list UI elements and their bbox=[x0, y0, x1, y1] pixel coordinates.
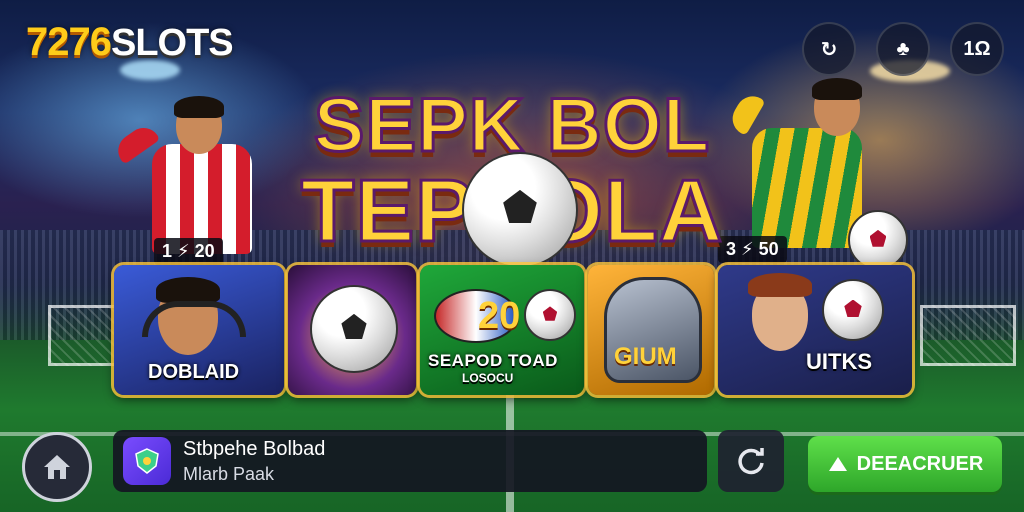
tile3-sublabel: LOSOCU bbox=[462, 371, 514, 385]
logo-number: 7276 bbox=[26, 20, 112, 64]
game-name: Stbpehe Bolbad bbox=[183, 438, 326, 460]
tile2-ball bbox=[310, 285, 398, 373]
hero-ball bbox=[462, 152, 578, 268]
hero-title-line2-left: TEP bbox=[299, 160, 475, 262]
game-tile-3[interactable]: 20 SEAPOD TOAD LOSOCU bbox=[420, 265, 584, 395]
settings-icon: 1Ω bbox=[963, 37, 991, 60]
cta-label: DEEACRUER bbox=[856, 452, 984, 475]
logo-text: SLOTS bbox=[110, 22, 234, 64]
tile5-hair bbox=[748, 273, 812, 297]
goal-right bbox=[920, 305, 1016, 366]
tile4-label: GIUM bbox=[614, 343, 677, 370]
game-subtitle: Mlarb Paak bbox=[183, 464, 275, 484]
play-arrow-icon bbox=[828, 457, 847, 471]
tile3-ball bbox=[524, 289, 576, 341]
tile3-number: 20 bbox=[478, 295, 521, 337]
tile5-ball bbox=[822, 279, 884, 341]
refresh-icon bbox=[738, 448, 764, 475]
tile1-hair bbox=[156, 277, 220, 303]
tile5-label: UITKS bbox=[806, 349, 872, 374]
home-button[interactable] bbox=[22, 432, 92, 502]
brand-logo: 7276SLOTS bbox=[26, 20, 234, 65]
game-tile-4[interactable]: GIUM bbox=[588, 265, 714, 395]
headphones-icon bbox=[142, 301, 246, 337]
refresh-top-button[interactable]: ↻ bbox=[802, 22, 856, 76]
game-tile-1[interactable]: DOBLAID bbox=[114, 265, 284, 395]
game-info-bar[interactable]: Stbpehe Bolbad Mlarb Paak bbox=[113, 430, 707, 492]
shield-icon bbox=[135, 448, 159, 474]
play-cta-button[interactable]: DEEACRUER bbox=[808, 436, 1002, 492]
refresh-circle-icon: ↻ bbox=[820, 38, 838, 61]
settings-button[interactable]: 1Ω bbox=[950, 22, 1004, 76]
game-tile-5[interactable]: UITKS bbox=[718, 265, 912, 395]
tile3-label: SEAPOD TOAD bbox=[428, 351, 558, 370]
clover-icon: ♣ bbox=[896, 37, 910, 60]
game-thumbnail bbox=[123, 437, 171, 485]
clover-button[interactable]: ♣ bbox=[876, 22, 930, 76]
refresh-button[interactable] bbox=[718, 430, 784, 492]
home-icon bbox=[44, 455, 70, 479]
tile1-label: DOBLAID bbox=[148, 361, 240, 383]
game-tile-2[interactable] bbox=[288, 265, 416, 395]
